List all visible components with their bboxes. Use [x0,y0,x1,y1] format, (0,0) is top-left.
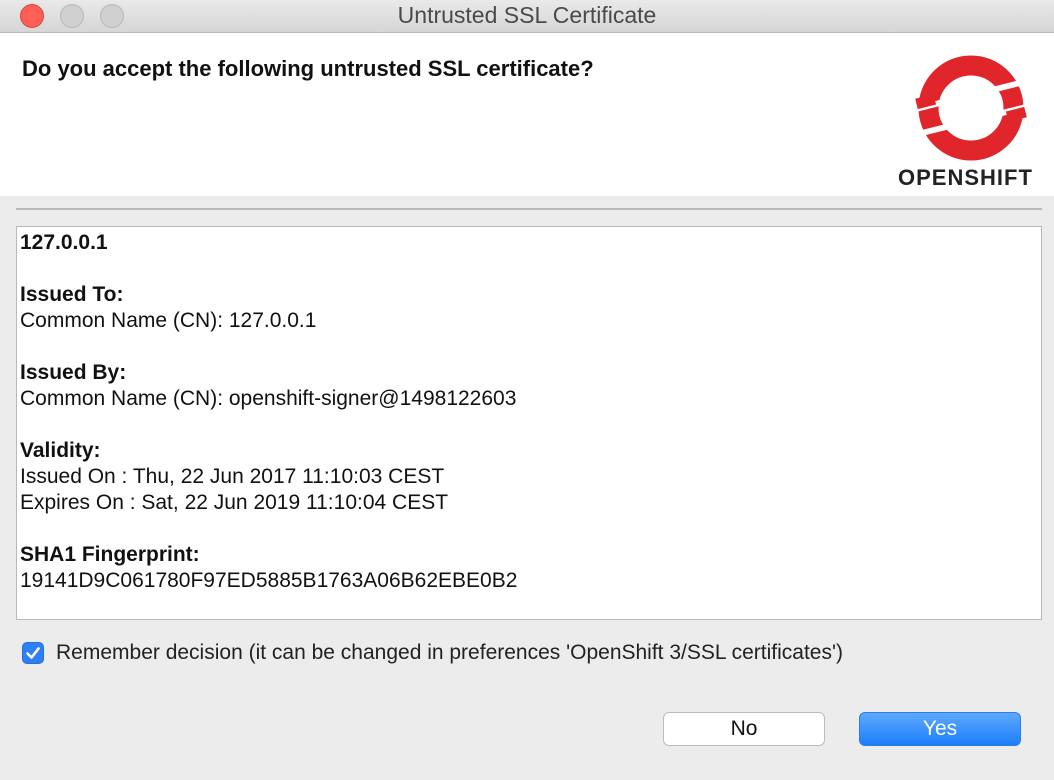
issued-on-date: Issued On : Thu, 22 Jun 2017 11:10:03 CE… [20,465,445,488]
openshift-logo-text: OPENSHIFT [898,165,1033,190]
issued-by-heading: Issued By: [20,361,127,384]
issued-to-heading: Issued To: [20,283,124,306]
issued-to-common-name: Common Name (CN): 127.0.0.1 [20,309,317,332]
window-titlebar: Untrusted SSL Certificate [0,0,1054,33]
certificate-details-panel: 127.0.0.1 Issued To: Common Name (CN): 1… [16,226,1042,620]
remember-decision-label[interactable]: Remember decision (it can be changed in … [56,640,843,666]
header-divider [16,208,1042,210]
window-title: Untrusted SSL Certificate [397,2,657,28]
no-button[interactable]: No [663,712,825,746]
sha1-fingerprint-value: 19141D9C061780F97ED5885B1763A06B62EBE0B2 [20,569,518,592]
issued-by-common-name: Common Name (CN): openshift-signer@14981… [20,387,517,410]
fingerprint-heading: SHA1 Fingerprint: [20,543,200,566]
checkmark-icon [26,647,40,659]
dialog-question: Do you accept the following untrusted SS… [22,56,594,81]
dialog-header: Do you accept the following untrusted SS… [0,33,1054,196]
yes-button[interactable]: Yes [859,712,1021,746]
certificate-host: 127.0.0.1 [20,231,108,254]
remember-decision-checkbox[interactable] [22,642,44,664]
expires-on-date: Expires On : Sat, 22 Jun 2019 11:10:04 C… [20,491,449,514]
validity-heading: Validity: [20,439,101,462]
openshift-logo-icon [913,55,1029,161]
